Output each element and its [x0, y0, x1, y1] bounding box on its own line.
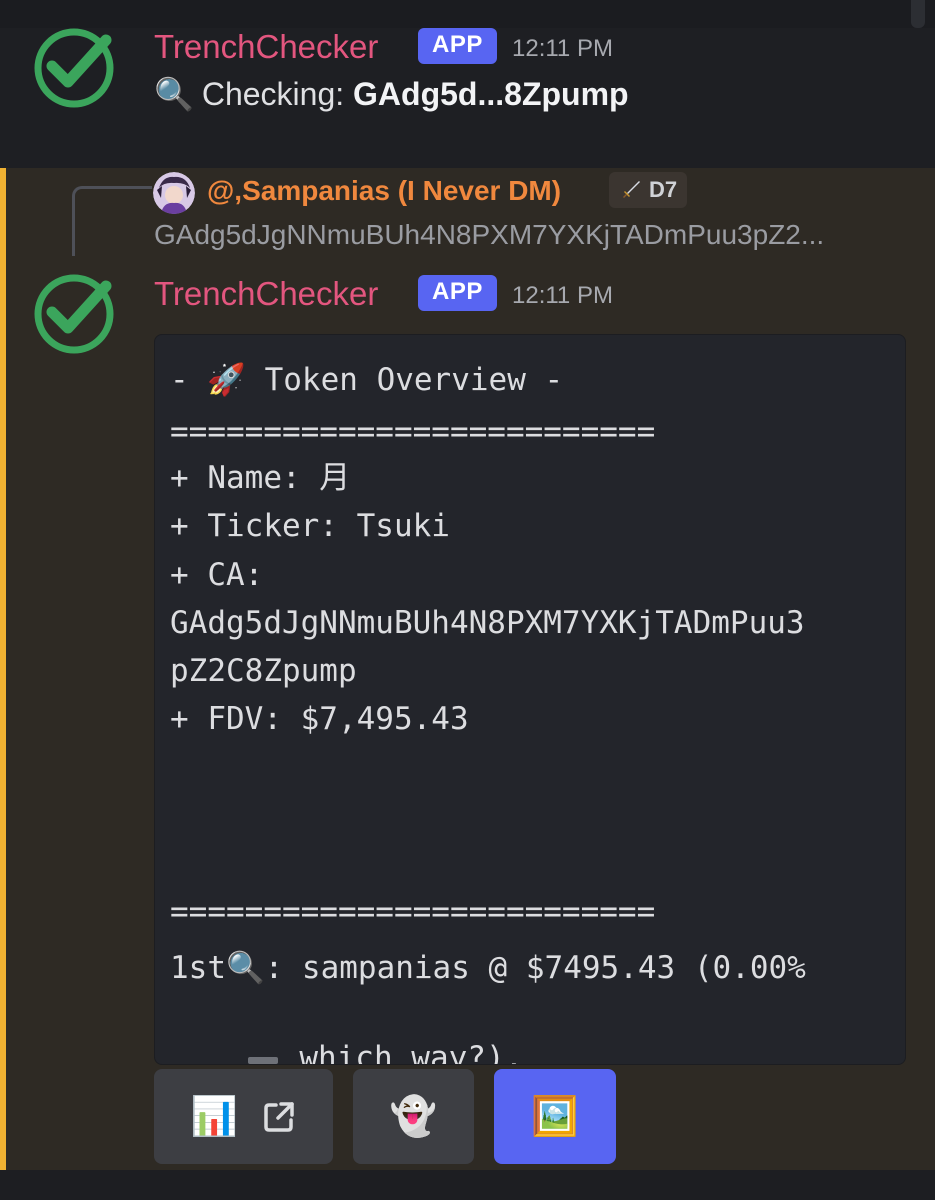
check-avatar-icon[interactable]	[32, 26, 116, 110]
reply-username[interactable]: @,Sampanias (I Never DM)	[207, 175, 561, 207]
username[interactable]: TrenchChecker	[154, 30, 378, 63]
code-title: - 🚀 Token Overview -	[170, 362, 564, 398]
checking-label: Checking:	[201, 76, 345, 112]
code-ca-value: GAdg5dJgNNmuBUh4N8PXM7YXKjTADmPuu3	[170, 605, 805, 641]
scrollbar-thumb[interactable]	[911, 0, 925, 28]
code-ca-label: + CA:	[170, 557, 264, 593]
code-block: - 🚀 Token Overview - ===================…	[154, 334, 906, 1065]
bottom-bar	[0, 1170, 935, 1200]
code-fdv-line: + FDV: $7,495.43	[170, 701, 469, 737]
external-link-icon	[264, 1101, 294, 1132]
code-ca-value-cont: pZ2C8Zpump	[170, 653, 357, 689]
ghost-icon: 👻	[389, 1095, 438, 1138]
timestamp: 12:11 PM	[512, 35, 613, 62]
reply-avatar[interactable]	[153, 172, 195, 214]
role-tag-label: D7	[649, 177, 678, 202]
magnifier-icon: 🔍	[154, 76, 194, 112]
code-divider: ==========================	[170, 894, 656, 930]
timestamp: 12:11 PM	[512, 282, 613, 309]
image-button[interactable]: 🖼️	[494, 1069, 616, 1164]
code-last-line-text: which way?).	[280, 1040, 524, 1065]
reply-spine	[72, 186, 152, 256]
code-name-line: + Name: 月	[170, 460, 351, 496]
app-badge: APP	[418, 28, 497, 64]
check-avatar-icon[interactable]	[32, 272, 116, 356]
role-tag[interactable]: D7	[609, 172, 688, 208]
code-first-caller-line: 1st🔍: sampanias @ $7495.43 (0.00%	[170, 950, 806, 986]
code-last-line: which way?).	[170, 1012, 524, 1065]
code-divider: ==========================	[170, 414, 656, 450]
app-badge: APP	[418, 275, 497, 311]
ghost-button[interactable]: 👻	[353, 1069, 474, 1164]
sword-icon	[623, 181, 640, 198]
top-bar	[0, 0, 935, 28]
framed-picture-icon: 🖼️	[531, 1095, 579, 1138]
code-ticker-line: + Ticker: Tsuki	[170, 508, 450, 544]
dash-icon	[247, 1056, 278, 1064]
checking-value: GAdg5d...8Zpump	[353, 76, 629, 112]
reply-preview[interactable]: GAdg5dJgNNmuBUh4N8PXM7YXKjTADmPuu3pZ2...	[154, 218, 824, 252]
checking-text: 🔍 Checking: GAdg5d...8Zpump	[154, 78, 629, 110]
username[interactable]: TrenchChecker	[154, 277, 378, 310]
bar-chart-icon: 📊	[190, 1095, 239, 1138]
chart-link-button[interactable]: 📊	[154, 1069, 333, 1164]
